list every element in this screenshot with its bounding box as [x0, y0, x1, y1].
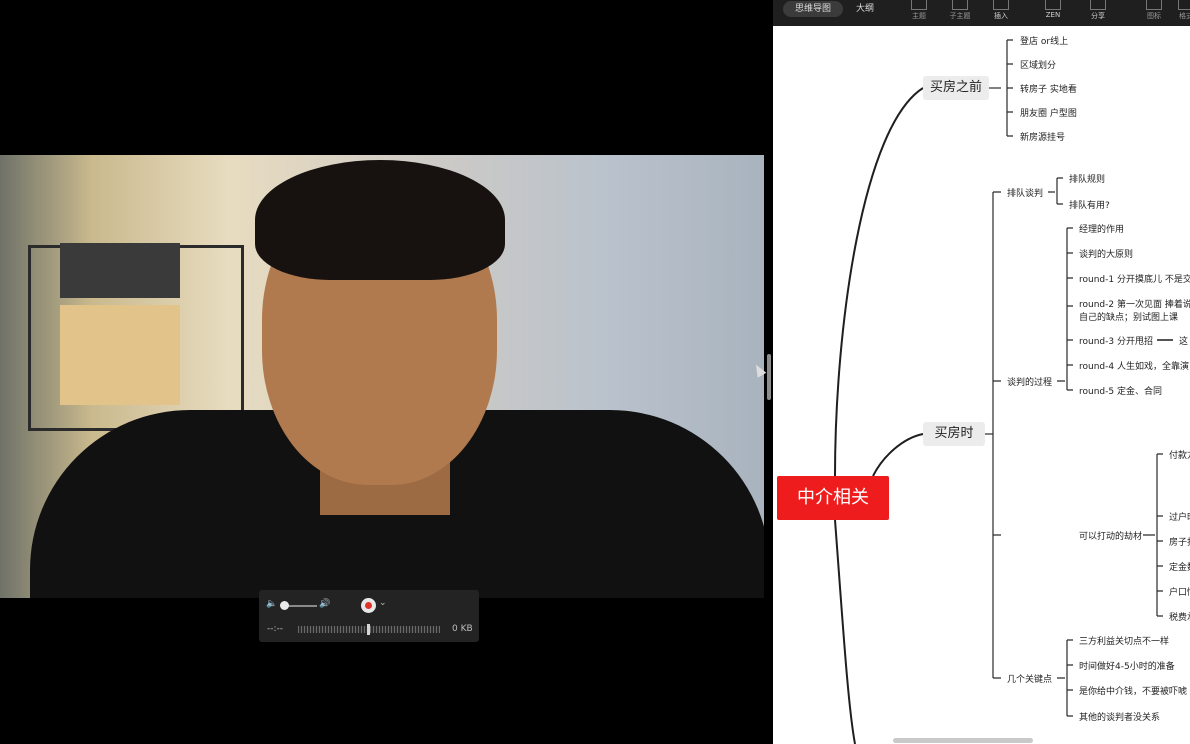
file-size: 0 KB — [452, 624, 473, 634]
node-key-item[interactable]: 时间做好4-5小时的准备 — [1079, 659, 1175, 672]
node-chip-item[interactable]: 过户时 — [1169, 510, 1190, 523]
node-before-item[interactable]: 登店 or线上 — [1020, 34, 1068, 47]
split-view-divider[interactable] — [767, 354, 771, 400]
node-key-item[interactable]: 三方利益关切点不一样 — [1079, 634, 1169, 647]
node-before-buying[interactable]: 买房之前 — [923, 76, 989, 100]
speaker-high-icon[interactable]: 🔊 — [319, 599, 330, 609]
level-meter-marker — [367, 624, 370, 635]
node-before-item[interactable]: 朋友圈 户型图 — [1020, 106, 1077, 119]
format-button[interactable]: 格式 — [1171, 0, 1190, 21]
node-process-item[interactable]: round-5 定金、合同 — [1079, 384, 1162, 397]
tab-mindmap[interactable]: 思维导图 — [783, 1, 843, 17]
node-process-item[interactable]: 自己的缺点；别试图上课 — [1079, 310, 1178, 323]
node-bargaining-chips[interactable]: 可以打动的劫材 — [1079, 529, 1142, 542]
lamp-glow-image — [60, 305, 180, 405]
mindmap-toolbar: 思维导图 大纲 主题 子主题 插入 ZEN 分享 图标 格式 — [773, 0, 1190, 26]
node-before-item[interactable]: 转房子 实地看 — [1020, 82, 1077, 95]
node-chip-item[interactable]: 房子打 — [1169, 535, 1190, 548]
node-chip-item[interactable]: 税费承 — [1169, 610, 1190, 623]
node-key-points[interactable]: 几个关键点 — [1007, 672, 1052, 685]
node-chip-item[interactable]: 付款方 — [1169, 448, 1190, 461]
node-process-item[interactable]: 经理的作用 — [1079, 222, 1124, 235]
node-process-item[interactable]: round-2 第一次见面 捧着说 — [1079, 297, 1190, 310]
node-key-item[interactable]: 是你给中介钱，不要被吓唬 — [1079, 684, 1187, 697]
recording-controls: 🔈 🔊 ⌄ --:-- 0 KB — [259, 590, 479, 642]
node-before-item[interactable]: 区域划分 — [1020, 58, 1056, 71]
topic-button[interactable]: 主题 — [904, 0, 934, 21]
node-queue-negotiation[interactable]: 排队谈判 — [1007, 186, 1043, 199]
icon-button[interactable]: 图标 — [1139, 0, 1169, 21]
toaster-oven-image — [60, 243, 180, 298]
record-button[interactable] — [361, 598, 376, 613]
video-preview-pane: 🔈 🔊 ⌄ --:-- 0 KB — [0, 0, 767, 744]
zen-button[interactable]: ZEN — [1038, 0, 1068, 19]
share-button[interactable]: 分享 — [1083, 0, 1113, 21]
node-chip-item[interactable]: 户口情 — [1169, 585, 1190, 598]
person-hair — [255, 160, 505, 280]
chevron-down-icon[interactable]: ⌄ — [379, 598, 387, 608]
node-queue-item[interactable]: 排队规则 — [1069, 172, 1105, 185]
node-during-buying[interactable]: 买房时 — [923, 422, 985, 446]
insert-button[interactable]: 插入 — [986, 0, 1016, 21]
webcam-video — [0, 155, 764, 598]
node-chip-item[interactable]: 定金数 — [1169, 560, 1190, 573]
speaker-low-icon[interactable]: 🔈 — [266, 599, 277, 609]
node-process-item[interactable]: 谈判的大原则 — [1079, 247, 1133, 260]
node-before-item[interactable]: 新房源挂号 — [1020, 130, 1065, 143]
node-key-item[interactable]: 其他的谈判者没关系 — [1079, 710, 1160, 723]
node-process-item[interactable]: round-3 分开甩招 — [1079, 334, 1153, 347]
tab-outline[interactable]: 大纲 — [847, 1, 883, 17]
node-queue-item[interactable]: 排队有用? — [1069, 198, 1110, 211]
node-negotiation-process[interactable]: 谈判的过程 — [1007, 375, 1052, 388]
mindmap-canvas[interactable]: 中介相关 买房之前 登店 or线上 区域划分 转房子 实地看 朋友圈 户型图 新… — [773, 26, 1190, 744]
elapsed-time: --:-- — [267, 624, 284, 634]
volume-slider-knob[interactable] — [280, 601, 289, 610]
node-process-item[interactable]: round-1 分开摸底儿 不是交 — [1079, 272, 1190, 285]
root-node[interactable]: 中介相关 — [777, 476, 889, 520]
subtopic-button[interactable]: 子主题 — [945, 0, 975, 21]
horizontal-scrollbar[interactable] — [893, 738, 1033, 743]
node-process-item[interactable]: round-4 人生如戏，全靠演 — [1079, 359, 1189, 372]
node-process-subitem[interactable]: 这 — [1179, 334, 1188, 347]
mindmap-app: 思维导图 大纲 主题 子主题 插入 ZEN 分享 图标 格式 中介相关 买房之前… — [773, 0, 1190, 744]
record-icon — [365, 602, 372, 609]
